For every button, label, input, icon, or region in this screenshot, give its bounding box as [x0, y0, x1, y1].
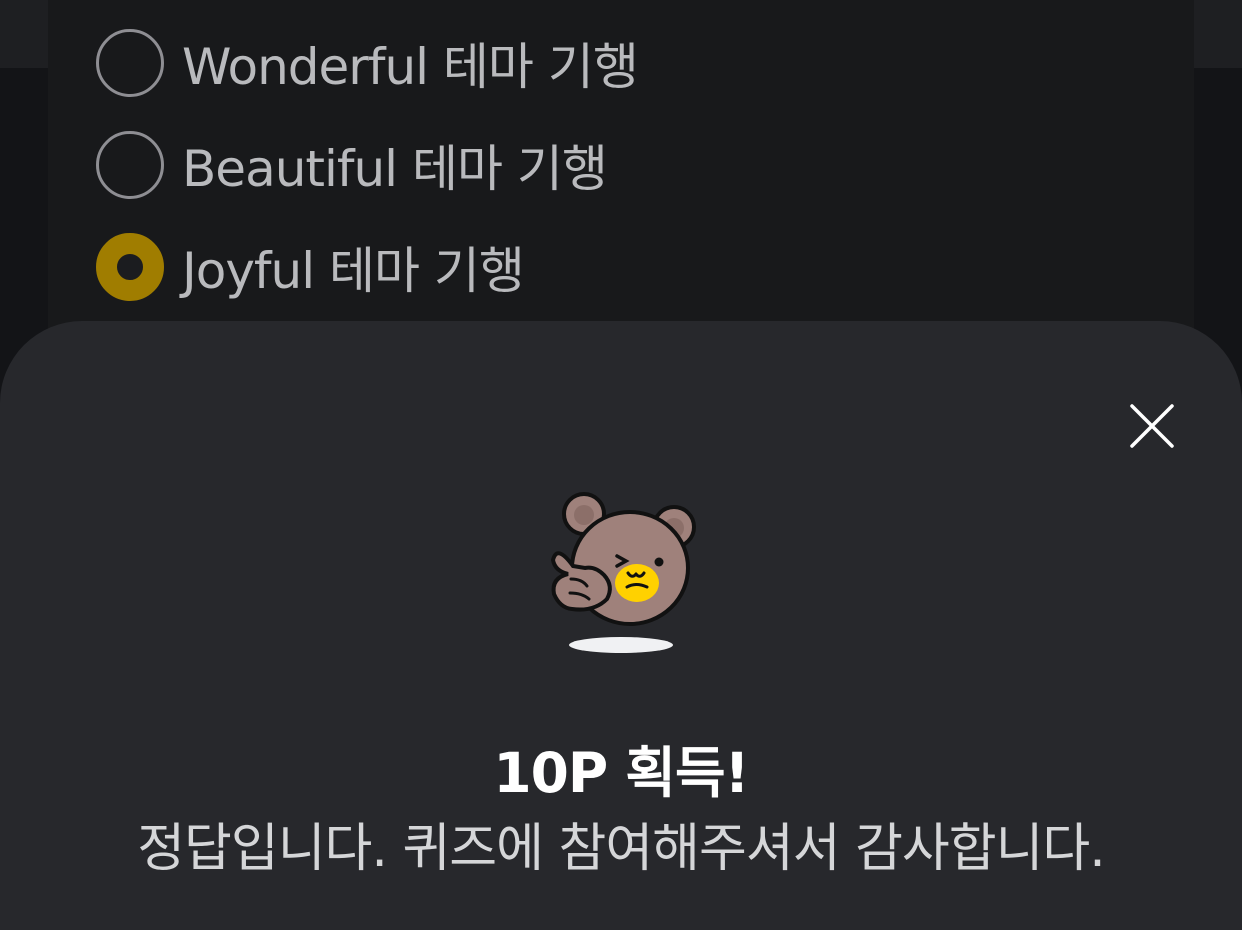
radio-button-selected[interactable] [96, 233, 164, 301]
quiz-option-beautiful[interactable]: Beautiful 테마 기행 [96, 129, 608, 201]
quiz-option-label: Wonderful 테마 기행 [182, 38, 639, 96]
quiz-option-wonderful[interactable]: Wonderful 테마 기행 [96, 27, 639, 99]
radio-button-unselected[interactable] [96, 131, 164, 199]
quiz-option-label: Joyful 테마 기행 [182, 242, 525, 300]
top-right-panel [1194, 0, 1242, 68]
quiz-option-label: Beautiful 테마 기행 [182, 140, 608, 198]
bear-thumbs-up-icon [550, 492, 696, 653]
close-icon[interactable] [1128, 402, 1176, 450]
reward-message: 정답입니다. 퀴즈에 참여해주셔서 감사합니다. [137, 819, 1106, 879]
top-left-panel [0, 0, 48, 68]
quiz-result-page: Wonderful 테마 기행 Beautiful 테마 기행 Joyful 테… [0, 0, 1242, 930]
radio-button-unselected[interactable] [96, 29, 164, 97]
quiz-option-joyful[interactable]: Joyful 테마 기행 [96, 231, 525, 303]
reward-title: 10P 획득! [493, 741, 749, 805]
